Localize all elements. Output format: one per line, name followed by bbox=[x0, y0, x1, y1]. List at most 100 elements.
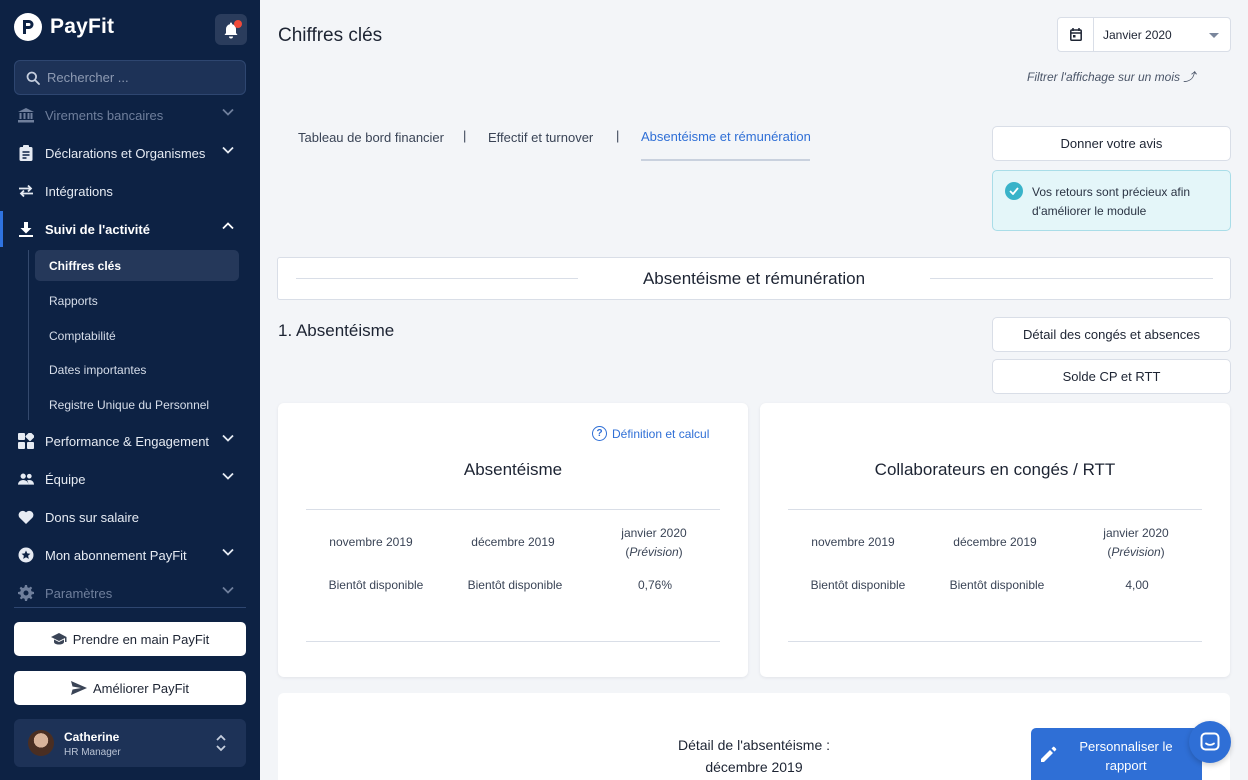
tab-separator: | bbox=[616, 128, 620, 143]
sidebar-subitem-dates-importantes[interactable]: Dates importantes bbox=[35, 354, 239, 385]
card-title: Collaborateurs en congés / RTT bbox=[874, 460, 1116, 479]
divider bbox=[306, 641, 720, 642]
table-cell: 0,76% bbox=[637, 578, 673, 592]
sidebar-item-integrations[interactable]: Intégrations bbox=[0, 172, 260, 210]
search-placeholder: Rechercher ... bbox=[47, 70, 129, 85]
send-icon bbox=[70, 681, 87, 695]
widgets-icon bbox=[18, 433, 34, 449]
section-banner: Absentéisme et rémunération bbox=[277, 257, 1231, 300]
app-name: PayFit bbox=[50, 15, 115, 38]
chevron-down-icon bbox=[222, 434, 234, 442]
help-circle-icon: ? bbox=[592, 426, 607, 441]
absenteisme-card: ? Définition et calcul Absentéisme novem… bbox=[278, 403, 748, 677]
leave-details-button[interactable]: Détail des congés et absences bbox=[992, 317, 1231, 352]
user-role: HR Manager bbox=[64, 747, 121, 758]
graduation-cap-icon bbox=[50, 633, 67, 645]
sidebar-divider bbox=[14, 607, 246, 608]
forecast-label: Prévision bbox=[629, 545, 679, 559]
search-input[interactable]: Rechercher ... bbox=[14, 60, 246, 95]
filter-hint: Filtrer l'affichage sur un mois ⤴ bbox=[1027, 70, 1196, 84]
chevron-down-icon bbox=[222, 586, 234, 594]
chevron-down-icon bbox=[222, 146, 234, 154]
table-cell: Bientôt disponible bbox=[810, 578, 906, 592]
table-cell: 4,00 bbox=[1125, 578, 1149, 592]
card-title: Absentéisme bbox=[463, 460, 563, 479]
check-circle-icon bbox=[1005, 182, 1023, 200]
column-header: novembre 2019 bbox=[811, 535, 895, 549]
section-title: Absentéisme et rémunération bbox=[642, 269, 866, 288]
pencil-icon bbox=[1041, 746, 1057, 762]
sidebar-subitem-registre[interactable]: Registre Unique du Personnel bbox=[35, 389, 239, 420]
sidebar: PayFit Rechercher ... Virements bancaire… bbox=[0, 0, 260, 780]
column-header: décembre 2019 bbox=[953, 535, 1037, 549]
page-title: Chiffres clés bbox=[278, 25, 383, 46]
chevron-down-icon bbox=[222, 472, 234, 480]
tab-separator: | bbox=[463, 128, 467, 143]
sidebar-item-abonnement[interactable]: Mon abonnement PayFit bbox=[0, 536, 260, 574]
sidebar-item-equipe[interactable]: Équipe bbox=[0, 460, 260, 498]
chevron-down-icon bbox=[222, 108, 234, 116]
chat-support-button[interactable] bbox=[1189, 721, 1231, 763]
improve-payfit-button[interactable]: Améliorer PayFit bbox=[14, 671, 246, 705]
month-selector[interactable]: Janvier 2020 bbox=[1057, 17, 1231, 52]
tab-effectif[interactable]: Effectif et turnover bbox=[488, 130, 593, 145]
feedback-button[interactable]: Donner votre avis bbox=[992, 126, 1231, 161]
table-cell: Bientôt disponible bbox=[467, 578, 563, 592]
leave-balance-button[interactable]: Solde CP et RTT bbox=[992, 359, 1231, 394]
conges-card: Collaborateurs en congés / RTT novembre … bbox=[760, 403, 1230, 677]
notifications-button[interactable] bbox=[215, 14, 247, 45]
sidebar-subitem-chiffres-cles[interactable]: Chiffres clés bbox=[35, 250, 239, 281]
submenu-guide-line bbox=[28, 250, 29, 420]
divider bbox=[788, 509, 1202, 510]
download-icon bbox=[18, 221, 34, 237]
sidebar-item-dons[interactable]: Dons sur salaire bbox=[0, 498, 260, 536]
divider bbox=[788, 641, 1202, 642]
payfit-logo-icon bbox=[14, 13, 42, 41]
user-name: Catherine bbox=[64, 730, 120, 744]
column-header: décembre 2019 bbox=[471, 535, 555, 549]
clipboard-icon bbox=[18, 145, 34, 161]
sidebar-subitem-comptabilite[interactable]: Comptabilité bbox=[35, 320, 239, 351]
definition-link[interactable]: ? Définition et calcul bbox=[592, 426, 709, 441]
user-menu[interactable]: Catherine HR Manager bbox=[14, 719, 246, 767]
sidebar-item-suivi-activite[interactable]: Suivi de l'activité bbox=[0, 210, 260, 248]
heart-icon bbox=[18, 509, 34, 525]
table-cell: Bientôt disponible bbox=[328, 578, 424, 592]
star-badge-icon bbox=[18, 547, 34, 563]
sidebar-item-declarations[interactable]: Déclarations et Organismes bbox=[0, 134, 260, 172]
swap-arrows-icon bbox=[18, 183, 34, 199]
sidebar-item-performance[interactable]: Performance & Engagement bbox=[0, 422, 260, 460]
search-icon bbox=[26, 71, 40, 85]
column-header: janvier 2020 (Prévision) bbox=[621, 526, 687, 559]
chat-icon bbox=[1200, 732, 1220, 751]
forecast-label: Prévision bbox=[1111, 545, 1161, 559]
calendar-icon bbox=[1058, 18, 1094, 51]
tab-tableau-de-bord[interactable]: Tableau de bord financier bbox=[298, 130, 444, 145]
sidebar-item-virements[interactable]: Virements bancaires bbox=[0, 96, 260, 134]
column-header: novembre 2019 bbox=[329, 535, 413, 549]
divider bbox=[930, 278, 1213, 279]
selected-month: Janvier 2020 bbox=[1103, 28, 1172, 42]
bank-icon bbox=[18, 107, 34, 123]
detail-title: Détail de l'absentéisme : décembre 2019 bbox=[677, 737, 831, 775]
absenteisme-heading: 1. Absentéisme bbox=[278, 321, 395, 340]
people-icon bbox=[18, 471, 34, 487]
chevron-up-icon bbox=[222, 222, 234, 230]
feedback-notice: Vos retours sont précieux afin d'amélior… bbox=[992, 170, 1231, 231]
sidebar-subitem-rapports[interactable]: Rapports bbox=[35, 285, 239, 316]
table-cell: Bientôt disponible bbox=[949, 578, 1045, 592]
chevron-down-icon bbox=[222, 548, 234, 556]
column-header: janvier 2020 (Prévision) bbox=[1103, 526, 1169, 559]
onboarding-button[interactable]: Prendre en main PayFit bbox=[14, 622, 246, 656]
caret-down-icon bbox=[1209, 33, 1219, 38]
active-tab-underline bbox=[641, 159, 810, 161]
notification-dot bbox=[234, 20, 242, 28]
feedback-notice-text: Vos retours sont précieux afin d'amélior… bbox=[1032, 185, 1191, 218]
divider bbox=[306, 509, 720, 510]
tab-absenteisme[interactable]: Absentéisme et rémunération bbox=[641, 129, 811, 144]
customize-report-button[interactable]: Personnaliser le rapport bbox=[1031, 728, 1202, 780]
gear-icon bbox=[18, 585, 34, 601]
unfold-icon bbox=[216, 734, 226, 752]
avatar bbox=[28, 730, 54, 756]
payfit-logo[interactable]: PayFit bbox=[14, 13, 114, 41]
